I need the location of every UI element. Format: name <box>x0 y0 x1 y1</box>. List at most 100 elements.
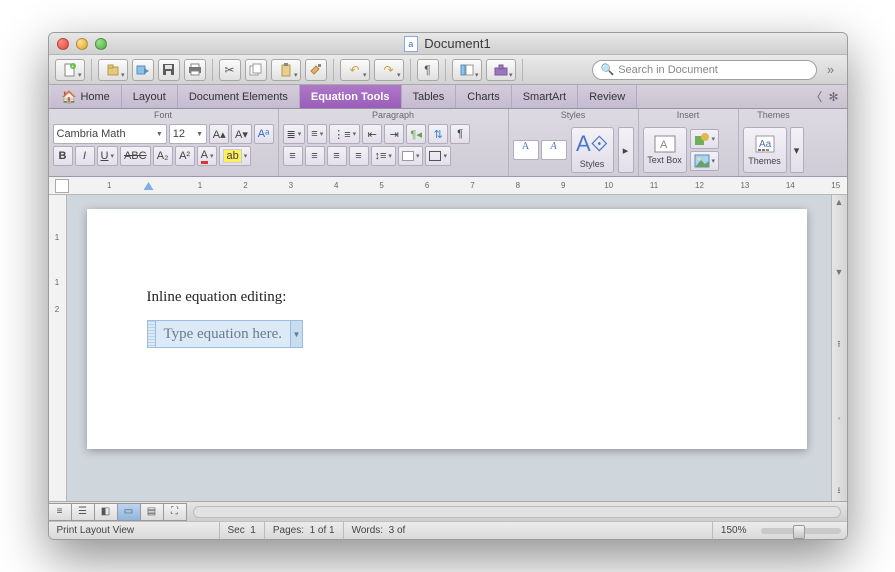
toolbar-overflow-button[interactable]: » <box>821 62 841 77</box>
undo-button[interactable]: ↶ <box>340 59 370 81</box>
decrease-indent-button[interactable]: ⇤ <box>362 124 382 144</box>
view-outline-button[interactable]: ☰ <box>71 503 95 521</box>
ruler-vertical[interactable]: 1 1 2 <box>49 195 67 501</box>
vertical-scrollbar[interactable]: ▲ ▼ ⭱ ◦ ⭳ <box>831 195 847 501</box>
cut-button[interactable]: ✂ <box>219 59 241 81</box>
next-page-button[interactable]: ⭳ <box>837 483 840 499</box>
shading-button[interactable]: ▾ <box>398 146 424 166</box>
multilevel-button[interactable]: ⋮≡▾ <box>329 124 360 144</box>
svg-text:Aa: Aa <box>759 139 772 150</box>
save-button[interactable] <box>158 59 180 81</box>
svg-text:+: + <box>71 64 74 70</box>
print-button[interactable] <box>184 59 206 81</box>
styles-more-button[interactable]: ▸ <box>618 127 634 173</box>
page-scroll-area[interactable]: Inline equation editing: Type equation h… <box>67 195 831 501</box>
tab-home[interactable]: 🏠Home <box>51 85 122 108</box>
search-box[interactable]: 🔍 Search in Document <box>592 60 817 80</box>
equation-handle-left[interactable] <box>148 321 156 347</box>
style-swatch-2[interactable]: A <box>541 140 567 160</box>
justify-button[interactable]: ≡ <box>349 146 369 166</box>
font-color-button[interactable]: A▾ <box>197 146 218 166</box>
grow-font-button[interactable]: A▴ <box>209 124 229 144</box>
tab-layout[interactable]: Layout <box>122 85 178 108</box>
equation-dropdown-handle[interactable]: ▼ <box>290 321 302 347</box>
font-name-combo[interactable]: Cambria Math▼ <box>53 124 167 144</box>
view-notebook-button[interactable]: ▤ <box>140 503 164 521</box>
tab-document-elements[interactable]: Document Elements <box>178 85 300 108</box>
view-publishing-button[interactable]: ◧ <box>94 503 118 521</box>
underline-button[interactable]: U▾ <box>97 146 118 166</box>
tab-tables[interactable]: Tables <box>402 85 457 108</box>
strikethrough-button[interactable]: ABC <box>120 146 151 166</box>
toolbox-button[interactable] <box>486 59 516 81</box>
horizontal-scrollbar[interactable] <box>193 506 841 518</box>
open-button[interactable] <box>98 59 128 81</box>
ribbon-settings-button[interactable]: ✻ <box>828 90 838 104</box>
text-box-button[interactable]: A Text Box <box>643 127 687 173</box>
text-direction-button[interactable]: ¶◂ <box>406 124 426 144</box>
collapse-ribbon-button[interactable]: 〈 <box>810 88 822 105</box>
ruler-horizontal[interactable]: 1 1 2 3 4 5 6 7 8 9 10 11 12 13 14 15 <box>49 177 847 195</box>
themes-button[interactable]: Aa Themes <box>743 127 787 173</box>
show-marks-button[interactable]: ¶ <box>450 124 470 144</box>
view-print-layout-button[interactable]: ▭ <box>117 503 141 521</box>
sort-button[interactable]: ⇅ <box>428 124 448 144</box>
shape-button[interactable]: ▾ <box>690 129 720 149</box>
style-swatch-1[interactable]: A <box>513 140 539 160</box>
line-spacing-button[interactable]: ↕≡▾ <box>371 146 396 166</box>
new-doc-button[interactable]: + <box>55 59 85 81</box>
align-center-button[interactable]: ≡ <box>305 146 325 166</box>
view-fullscreen-button[interactable]: ⛶ <box>163 503 187 521</box>
tab-stop-selector[interactable] <box>55 179 69 193</box>
open-recent-button[interactable] <box>132 59 154 81</box>
align-right-button[interactable]: ≡ <box>327 146 347 166</box>
superscript-button[interactable]: A² <box>175 146 195 166</box>
status-zoom[interactable]: 150% <box>712 522 755 540</box>
numbering-button[interactable]: ≡▾ <box>307 124 327 144</box>
ribbon: Font Cambria Math▼ 12▼ A▴ A▾ Aᵃ B I U▾ A… <box>49 109 847 177</box>
themes-more-button[interactable]: ▾ <box>790 127 804 173</box>
subscript-button[interactable]: A₂ <box>153 146 173 166</box>
show-formatting-button[interactable]: ¶ <box>417 59 439 81</box>
tab-review[interactable]: Review <box>578 85 637 108</box>
borders-button[interactable]: ▾ <box>425 146 451 166</box>
group-label-insert: Insert <box>643 110 734 122</box>
main-toolbar: + ✂ ↶ ↷ ¶ <box>49 55 847 85</box>
scroll-up-button[interactable]: ▲ <box>835 197 844 207</box>
app-window: Document1 + ✂ ↶ ↷ <box>48 32 848 540</box>
status-view-label: Print Layout View <box>49 522 219 540</box>
paste-button[interactable] <box>271 59 301 81</box>
prev-page-button[interactable]: ⭱ <box>837 337 840 353</box>
zoom-slider[interactable] <box>761 528 841 534</box>
styles-pane-button[interactable]: A⟐ Styles <box>571 127 614 173</box>
text-box-icon: A <box>654 135 676 153</box>
tab-equation-tools[interactable]: Equation Tools <box>300 85 402 108</box>
tab-smartart[interactable]: SmartArt <box>512 85 578 108</box>
copy-button[interactable] <box>245 59 267 81</box>
scroll-down-button[interactable]: ▼ <box>835 267 844 277</box>
highlight-button[interactable]: ab▾ <box>219 146 251 166</box>
document-page[interactable]: Inline equation editing: Type equation h… <box>87 209 807 449</box>
sidebar-toggle-button[interactable] <box>452 59 482 81</box>
tab-charts[interactable]: Charts <box>456 85 511 108</box>
format-painter-button[interactable] <box>305 59 327 81</box>
window-title: Document1 <box>49 36 847 52</box>
shrink-font-button[interactable]: A▾ <box>231 124 251 144</box>
ribbon-group-themes: Themes Aa Themes ▾ <box>739 109 809 176</box>
equation-placeholder-text[interactable]: Type equation here. <box>156 326 290 343</box>
change-case-button[interactable]: Aᵃ <box>254 124 274 144</box>
increase-indent-button[interactable]: ⇥ <box>384 124 404 144</box>
browse-object-button[interactable]: ◦ <box>837 413 840 423</box>
view-draft-button[interactable]: ≡ <box>48 503 72 521</box>
group-label-paragraph: Paragraph <box>283 110 504 122</box>
equation-editor-box[interactable]: Type equation here. ▼ <box>147 320 303 348</box>
align-left-button[interactable]: ≡ <box>283 146 303 166</box>
font-size-combo[interactable]: 12▼ <box>169 124 207 144</box>
bullets-button[interactable]: ≣▾ <box>283 124 306 144</box>
bold-button[interactable]: B <box>53 146 73 166</box>
indent-marker[interactable] <box>144 182 154 190</box>
body-text-line[interactable]: Inline equation editing: <box>147 289 747 306</box>
italic-button[interactable]: I <box>75 146 95 166</box>
redo-button[interactable]: ↷ <box>374 59 404 81</box>
picture-button[interactable]: ▾ <box>690 151 720 171</box>
